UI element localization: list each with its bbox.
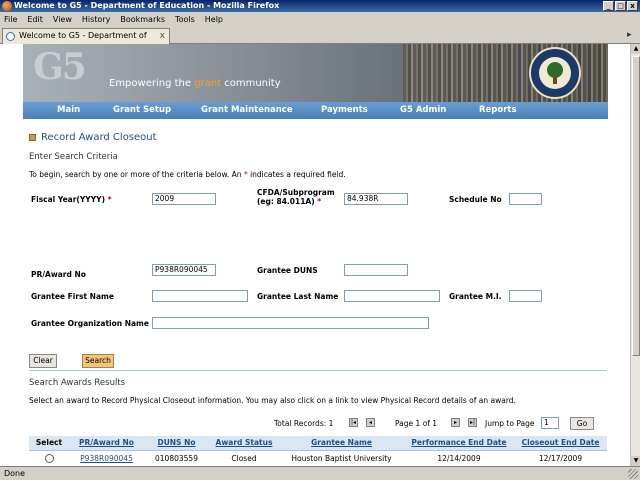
first-page-icon[interactable]: |◂ [349, 418, 358, 427]
tab-close-icon[interactable]: x [160, 29, 165, 43]
table-header-row: Select PR/Award No DUNS No Award Status … [29, 436, 607, 451]
pr-award-label: PR/Award No [31, 270, 86, 279]
resize-grip-icon[interactable] [628, 469, 638, 479]
table-row: P938R090045 010803559 Closed Houston Bap… [29, 450, 607, 466]
col-closeout-end-date[interactable]: Closeout End Date [514, 436, 607, 451]
results-heading: Search Awards Results [29, 378, 126, 388]
nav-g5-admin[interactable]: G5 Admin [400, 102, 446, 119]
scroll-up-icon[interactable]: ▲ [631, 44, 640, 54]
grantee-duns-label: Grantee DUNS [257, 266, 318, 275]
cfda-input[interactable]: 84.938R [344, 193, 408, 205]
results-help-text: Select an award to Record Physical Close… [29, 396, 516, 405]
total-records-text: Total Records: 1 [274, 419, 334, 428]
favicon-icon [6, 32, 15, 41]
col-pr-award-no[interactable]: PR/Award No [69, 436, 144, 451]
scroll-down-icon[interactable]: ▼ [631, 456, 640, 466]
menu-file[interactable]: File [4, 15, 17, 24]
menu-edit[interactable]: Edit [27, 15, 43, 24]
grantee-mi-input[interactable] [509, 290, 542, 302]
fiscal-year-label: Fiscal Year(YYYY) * [31, 195, 112, 204]
grantee-first-name-input[interactable] [152, 290, 248, 302]
nav-payments[interactable]: Payments [321, 102, 368, 119]
browser-tab[interactable]: Welcome to G5 - Department of Educ... x [2, 28, 170, 54]
duns-cell: 010803559 [144, 450, 209, 466]
banner-tagline: Empowering the grant community [109, 78, 281, 89]
g5-logo: G5 [33, 46, 87, 88]
window-titlebar: Welcome to G5 - Department of Education … [0, 0, 640, 12]
fiscal-year-input[interactable]: 2009 [152, 193, 216, 205]
grantee-name-cell: Houston Baptist University [279, 450, 404, 466]
results-table: Select PR/Award No DUNS No Award Status … [29, 436, 607, 466]
award-status-cell: Closed [209, 450, 279, 466]
col-performance-end-date[interactable]: Performance End Date [404, 436, 514, 451]
menu-bookmarks[interactable]: Bookmarks [120, 15, 165, 24]
jump-to-page-input[interactable]: 1 [541, 417, 559, 429]
grantee-mi-label: Grantee M.I. [449, 292, 502, 301]
prev-page-icon[interactable]: ◂ [366, 418, 375, 427]
grantee-last-name-input[interactable] [344, 290, 440, 302]
cfda-label: CFDA/Subprogram (eg: 84.011A) * [257, 188, 335, 206]
site-banner: G5 Empowering the grant community [23, 44, 608, 102]
criteria-heading: Enter Search Criteria [29, 152, 118, 162]
department-seal-icon [529, 47, 581, 99]
award-no-link[interactable]: P938R090045 [80, 454, 133, 463]
closeout-end-date-cell: 12/17/2009 [514, 450, 607, 466]
last-page-icon[interactable]: ▸| [468, 418, 477, 427]
nav-grant-setup[interactable]: Grant Setup [113, 102, 171, 119]
minimize-button[interactable]: _ [603, 1, 614, 11]
close-window-button[interactable]: x [627, 1, 638, 11]
main-nav: Main Grant Setup Grant Maintenance Payme… [23, 102, 608, 119]
clear-button[interactable]: Clear [29, 354, 57, 368]
go-button[interactable]: Go [570, 417, 594, 430]
col-award-status[interactable]: Award Status [209, 436, 279, 451]
grantee-last-name-label: Grantee Last Name [257, 292, 339, 301]
search-button[interactable]: Search [82, 354, 114, 368]
window-title: Welcome to G5 - Department of Education … [14, 1, 280, 10]
col-select: Select [29, 436, 69, 451]
vertical-scrollbar[interactable]: ▲ ▼ [630, 44, 640, 466]
criteria-help-text: To begin, search by one or more of the c… [29, 170, 346, 179]
page-viewport: G5 Empowering the grant community Main G… [0, 44, 630, 466]
pr-award-input[interactable]: P938R090045 [152, 264, 216, 276]
nav-main[interactable]: Main [57, 102, 80, 119]
col-duns-no[interactable]: DUNS No [144, 436, 209, 451]
nav-grant-maintenance[interactable]: Grant Maintenance [201, 102, 293, 119]
menu-help[interactable]: Help [205, 15, 223, 24]
grantee-org-name-label: Grantee Organization Name [31, 319, 149, 328]
status-text: Done [4, 469, 26, 478]
maximize-button[interactable]: □ [615, 1, 626, 11]
scroll-thumb[interactable] [632, 56, 640, 356]
menu-tools[interactable]: Tools [175, 15, 195, 24]
grantee-duns-input[interactable] [344, 264, 408, 276]
page-info-text: Page 1 of 1 [395, 419, 438, 428]
firefox-icon [2, 1, 12, 11]
schedule-no-input[interactable] [509, 193, 542, 205]
jump-to-page-label: Jump to Page [485, 419, 535, 428]
tab-list-icon[interactable]: ▸ [627, 30, 637, 40]
select-award-radio[interactable] [44, 453, 54, 463]
menu-history[interactable]: History [82, 15, 110, 24]
schedule-no-label: Schedule No [449, 195, 502, 204]
grantee-org-name-input[interactable] [152, 317, 429, 329]
status-bar: Done [0, 466, 640, 480]
page-title-icon [29, 134, 36, 141]
page-title: Record Award Closeout [29, 132, 157, 143]
section-divider [29, 370, 607, 371]
col-grantee-name[interactable]: Grantee Name [279, 436, 404, 451]
menu-view[interactable]: View [53, 15, 72, 24]
nav-reports[interactable]: Reports [479, 102, 517, 119]
pager-top: Total Records: 1 |◂ ◂ Page 1 of 1 ▸ ▸| J… [29, 417, 607, 431]
grantee-first-name-label: Grantee First Name [31, 292, 114, 301]
tab-bar: Welcome to G5 - Department of Educ... x … [0, 26, 640, 54]
menu-bar: File Edit View History Bookmarks Tools H… [0, 12, 640, 26]
next-page-icon[interactable]: ▸ [451, 418, 460, 427]
performance-end-date-cell: 12/14/2009 [404, 450, 514, 466]
